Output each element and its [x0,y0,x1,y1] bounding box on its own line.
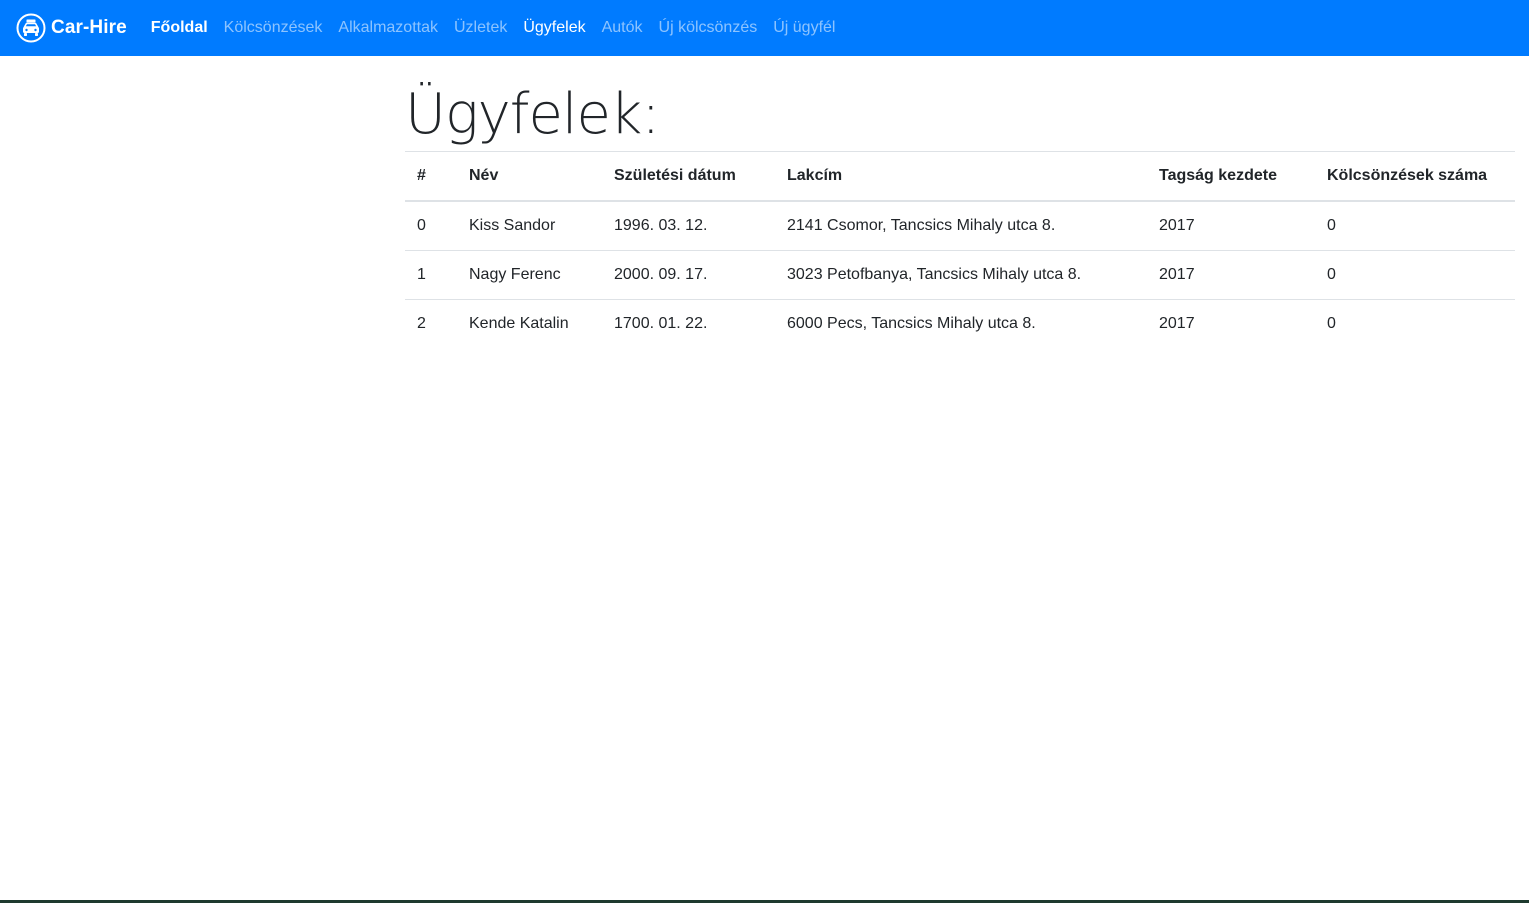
nav-item-fooldal[interactable]: Főoldal [143,11,216,45]
column-header-rental-count: Kölcsönzések száma [1315,151,1515,202]
car-icon [16,13,46,43]
cell-name: Kende Katalin [457,299,602,348]
column-header-membership-start: Tagság kezdete [1147,151,1315,202]
cell-birth-date: 2000. 09. 17. [602,250,775,300]
nav-item-uzletek[interactable]: Üzletek [446,11,515,45]
cell-name: Nagy Ferenc [457,250,602,300]
nav-item-kolcsonzesek[interactable]: Kölcsönzések [216,11,331,45]
cell-name: Kiss Sandor [457,200,602,251]
brand-link[interactable]: Car-Hire [16,13,127,43]
main-nav: Főoldal Kölcsönzések Alkalmazottak Üzlet… [143,11,844,45]
nav-item-uj-kolcsonzes[interactable]: Új kölcsönzés [651,11,766,45]
main-content: Ügyfelek: # Név Születési dátum Lakcím T… [405,56,1515,348]
cell-membership-start: 2017 [1147,250,1315,300]
cell-rental-count: 0 [1315,250,1515,300]
cell-rental-count: 0 [1315,200,1515,251]
table-row: 2 Kende Katalin 1700. 01. 22. 6000 Pecs,… [405,299,1515,348]
nav-item-uj-ugyfel[interactable]: Új ügyfél [765,11,843,45]
column-header-address: Lakcím [775,151,1147,202]
cell-membership-start: 2017 [1147,200,1315,251]
brand-name: Car-Hire [51,17,127,38]
customers-table: # Név Születési dátum Lakcím Tagság kezd… [405,151,1515,348]
cell-birth-date: 1700. 01. 22. [602,299,775,348]
table-row: 1 Nagy Ferenc 2000. 09. 17. 3023 Petofba… [405,250,1515,300]
table-row: 0 Kiss Sandor 1996. 03. 12. 2141 Csomor,… [405,200,1515,251]
column-header-birth-date: Születési dátum [602,151,775,202]
nav-item-alkalmazottak[interactable]: Alkalmazottak [330,11,446,45]
page-title: Ügyfelek: [405,82,660,147]
cell-id: 0 [405,200,457,251]
nav-item-ugyfelek[interactable]: Ügyfelek [515,11,593,45]
table-header-row: # Név Születési dátum Lakcím Tagság kezd… [405,151,1515,202]
top-navbar: Car-Hire Főoldal Kölcsönzések Alkalmazot… [0,0,1529,56]
column-header-id: # [405,151,457,202]
cell-address: 6000 Pecs, Tancsics Mihaly utca 8. [775,299,1147,348]
page: Car-Hire Főoldal Kölcsönzések Alkalmazot… [0,0,1529,903]
cell-membership-start: 2017 [1147,299,1315,348]
nav-item-autok[interactable]: Autók [594,11,651,45]
cell-id: 1 [405,250,457,300]
cell-rental-count: 0 [1315,299,1515,348]
cell-address: 3023 Petofbanya, Tancsics Mihaly utca 8. [775,250,1147,300]
cell-birth-date: 1996. 03. 12. [602,200,775,251]
column-header-name: Név [457,151,602,202]
cell-id: 2 [405,299,457,348]
cell-address: 2141 Csomor, Tancsics Mihaly utca 8. [775,200,1147,251]
